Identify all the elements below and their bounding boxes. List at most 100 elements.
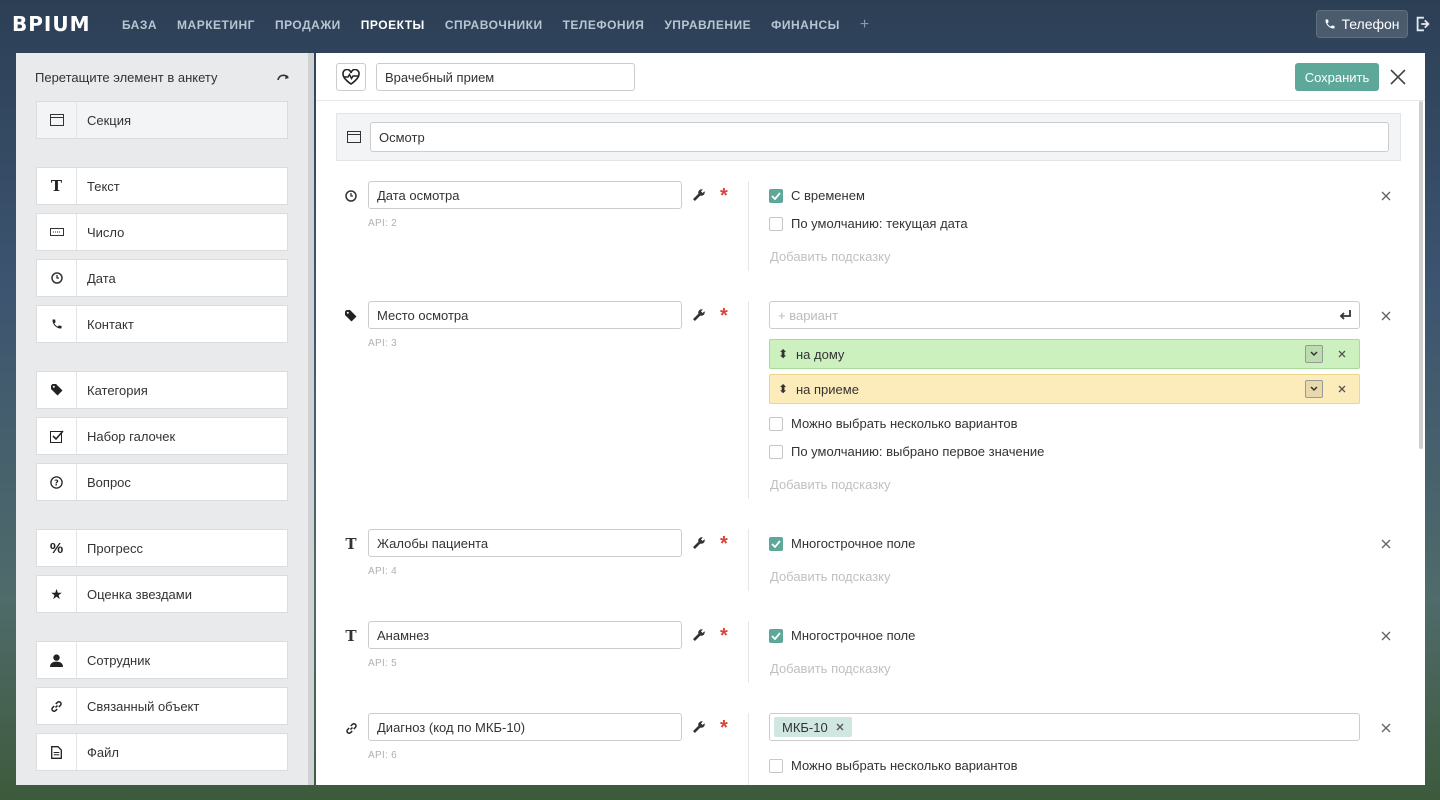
nav-item-sales[interactable]: ПРОДАЖИ <box>265 18 351 32</box>
logout-icon[interactable] <box>1414 14 1432 34</box>
palette-item-contact[interactable]: Контакт <box>36 305 288 343</box>
redo-arrow-icon[interactable] <box>277 71 291 83</box>
close-icon[interactable] <box>1388 67 1408 87</box>
palette-item-progress[interactable]: % Прогресс <box>36 529 288 567</box>
palette-item-category[interactable]: Категория <box>36 371 288 409</box>
delete-field-icon[interactable] <box>1380 722 1392 734</box>
field-api-id: API: 2 <box>368 218 398 229</box>
variant-item[interactable]: ⬍ на приеме <box>769 374 1360 404</box>
add-hint-link[interactable]: Добавить подсказку <box>770 661 891 676</box>
color-dropdown[interactable] <box>1305 345 1323 363</box>
add-hint-link[interactable]: Добавить подсказку <box>770 569 891 584</box>
option-label: Можно выбрать несколько вариантов <box>791 416 1018 431</box>
palette-item-date[interactable]: Дата <box>36 259 288 297</box>
field-name-input[interactable]: Место осмотра <box>368 301 682 329</box>
required-toggle-icon[interactable]: * <box>720 626 734 646</box>
option-label: По умолчанию: выбрано первое значение <box>791 444 1045 459</box>
field-name-text: Диагноз (код по МКБ-10) <box>377 719 526 735</box>
palette-item-question[interactable]: ? Вопрос <box>36 463 288 501</box>
form-title-input[interactable]: Врачебный прием <box>376 63 635 91</box>
linked-catalog-input[interactable]: МКБ-10 <box>769 713 1360 741</box>
option-default-current-date[interactable]: По умолчанию: текущая дата <box>769 216 968 231</box>
text-icon: T <box>345 627 357 645</box>
nav-item-finance[interactable]: ФИНАНСЫ <box>761 18 850 32</box>
palette-item-text[interactable]: T Текст <box>36 167 288 205</box>
required-toggle-icon[interactable]: * <box>720 534 734 554</box>
option-with-time[interactable]: С временем <box>769 188 865 203</box>
tag-icon <box>37 372 77 408</box>
delete-field-icon[interactable] <box>1380 310 1392 322</box>
variant-item[interactable]: ⬍ на дому <box>769 339 1360 369</box>
nav-item-marketing[interactable]: МАРКЕТИНГ <box>167 18 265 32</box>
save-button[interactable]: Сохранить <box>1295 63 1379 91</box>
checkbox-checked-icon[interactable] <box>769 628 783 643</box>
section-title-input[interactable]: Осмотр <box>370 122 1389 152</box>
palette-item-number[interactable]: Число <box>36 213 288 251</box>
delete-variant-icon[interactable] <box>1337 384 1347 394</box>
option-multiple-choice[interactable]: Можно выбрать несколько вариантов <box>769 416 1018 431</box>
delete-field-icon[interactable] <box>1380 190 1392 202</box>
drag-handle-icon[interactable]: ⬍ <box>770 347 796 361</box>
delete-variant-icon[interactable] <box>1337 349 1347 359</box>
palette-item-employee[interactable]: Сотрудник <box>36 641 288 679</box>
add-variant-input[interactable]: + вариант <box>769 301 1360 329</box>
link-icon <box>344 721 358 735</box>
phone-button[interactable]: Телефон <box>1316 10 1408 38</box>
add-hint-link[interactable]: Добавить подсказку <box>770 249 891 264</box>
nav-item-management[interactable]: УПРАВЛЕНИЕ <box>654 18 761 32</box>
nav-item-telephony[interactable]: ТЕЛЕФОНИЯ <box>553 18 655 32</box>
remove-tag-icon[interactable] <box>836 723 844 731</box>
palette-item-label: Текст <box>87 178 120 194</box>
top-bar: BPIUM БАЗА МАРКЕТИНГ ПРОДАЖИ ПРОЕКТЫ СПР… <box>0 0 1440 50</box>
nav-item-directories[interactable]: СПРАВОЧНИКИ <box>435 18 553 32</box>
add-hint-link[interactable]: Добавить подсказку <box>770 477 891 492</box>
palette-scrollbar[interactable] <box>308 53 314 785</box>
form-icon-picker[interactable] <box>336 63 366 91</box>
checkbox-icon[interactable] <box>769 416 783 431</box>
wrench-icon[interactable] <box>692 536 706 550</box>
required-toggle-icon[interactable]: * <box>720 718 734 738</box>
required-toggle-icon[interactable]: * <box>720 186 734 206</box>
enter-icon[interactable] <box>1339 308 1353 322</box>
palette-item-section[interactable]: Секция <box>36 101 288 139</box>
field-name-input[interactable]: Диагноз (код по МКБ-10) <box>368 713 682 741</box>
wrench-icon[interactable] <box>692 720 706 734</box>
option-multiline[interactable]: Многострочное поле <box>769 536 915 551</box>
option-multiline[interactable]: Многострочное поле <box>769 628 915 643</box>
field-name-input[interactable]: Дата осмотра <box>368 181 682 209</box>
option-default-first[interactable]: По умолчанию: выбрано первое значение <box>769 444 1044 459</box>
drag-handle-icon[interactable]: ⬍ <box>770 382 796 396</box>
nav-item-projects[interactable]: ПРОЕКТЫ <box>351 18 435 32</box>
nav-item-baza[interactable]: БАЗА <box>112 18 167 32</box>
catalog-tag[interactable]: МКБ-10 <box>774 717 852 737</box>
option-multiple-choice[interactable]: Можно выбрать несколько вариантов <box>769 758 1018 773</box>
palette-item-label: Сотрудник <box>87 652 151 668</box>
palette-item-checkboxes[interactable]: Набор галочек <box>36 417 288 455</box>
link-icon <box>37 688 77 724</box>
editor-scrollbar[interactable] <box>1419 101 1423 449</box>
variant-label: на дому <box>796 346 845 362</box>
wrench-icon[interactable] <box>692 308 706 322</box>
checkbox-icon[interactable] <box>769 758 783 773</box>
delete-field-icon[interactable] <box>1380 538 1392 550</box>
palette-item-stars[interactable]: ★ Оценка звездами <box>36 575 288 613</box>
checkbox-icon[interactable] <box>769 216 783 231</box>
checkbox-checked-icon[interactable] <box>769 536 783 551</box>
wrench-icon[interactable] <box>692 628 706 642</box>
checkbox-checked-icon[interactable] <box>769 188 783 203</box>
color-dropdown[interactable] <box>1305 380 1323 398</box>
field-api-id: API: 5 <box>368 658 398 669</box>
palette-item-file[interactable]: Файл <box>36 733 288 771</box>
checkbox-icon[interactable] <box>769 444 783 459</box>
wrench-icon[interactable] <box>692 188 706 202</box>
palette-item-label: Прогресс <box>87 540 144 556</box>
palette-item-linked-object[interactable]: Связанный объект <box>36 687 288 725</box>
field-name-input[interactable]: Жалобы пациента <box>368 529 682 557</box>
delete-field-icon[interactable] <box>1380 630 1392 642</box>
app-logo[interactable]: BPIUM <box>12 12 91 36</box>
editor-header: Врачебный прием Сохранить <box>316 53 1425 101</box>
add-section-button[interactable]: + <box>850 16 879 34</box>
field-name-input[interactable]: Анамнез <box>368 621 682 649</box>
required-toggle-icon[interactable]: * <box>720 306 734 326</box>
element-palette: Перетащите элемент в анкету Секция T Тек… <box>16 53 314 785</box>
